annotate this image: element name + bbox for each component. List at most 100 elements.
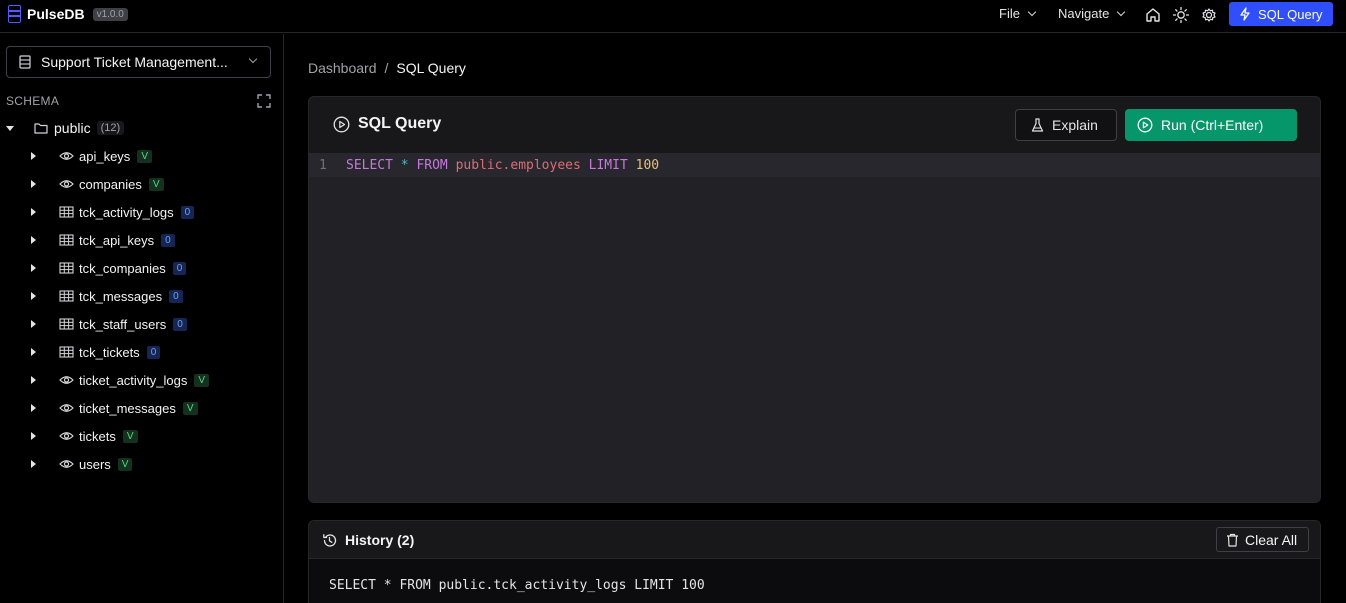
caret-right-icon[interactable] (31, 208, 36, 216)
schema-label: SCHEMA (6, 94, 60, 108)
schema-tree: api_keys Vcompanies Vtck_activity_logs 0 tck… (0, 142, 284, 478)
run-button[interactable]: Run (Ctrl+Enter) (1125, 109, 1297, 141)
schema-name: public (54, 120, 91, 136)
breadcrumb: Dashboard / SQL Query (308, 60, 466, 76)
sql-keyword: LIMIT (588, 157, 628, 173)
sun-icon[interactable] (1172, 6, 1190, 24)
sql-keyword: SELECT (346, 157, 393, 173)
view-icon (59, 376, 74, 384)
item-badge: 0 (146, 345, 161, 359)
item-badge: 0 (173, 317, 187, 331)
sidebar-item-tck-api-keys[interactable]: tck_api_keys 0 (0, 226, 284, 254)
caret-right-icon[interactable] (31, 152, 36, 160)
caret-right-icon[interactable] (31, 320, 36, 328)
caret-right-icon[interactable] (31, 376, 36, 384)
item-badge: 0 (180, 205, 195, 219)
play-circle-icon (333, 116, 350, 132)
caret-right-icon[interactable] (31, 292, 36, 300)
gear-icon[interactable] (1200, 6, 1218, 24)
chevron-down-icon (1027, 7, 1037, 16)
view-icon (59, 180, 74, 188)
code-line[interactable]: 1 SELECT * FROM public.employees LIMIT 1… (309, 153, 1320, 177)
item-badge: V (148, 177, 164, 191)
view-icon (59, 432, 74, 440)
line-number: 1 (319, 157, 327, 173)
file-menu-label: File (999, 6, 1020, 21)
item-badge: V (194, 373, 210, 387)
code-editor[interactable]: 1 SELECT * FROM public.employees LIMIT 1… (309, 153, 1320, 502)
history-icon (323, 533, 337, 547)
chevron-down-icon (1117, 7, 1126, 16)
sql-query-button-label: SQL Query (1258, 6, 1323, 22)
sidebar-item-companies[interactable]: companies V (0, 170, 284, 198)
editor-title-label: SQL Query (358, 115, 442, 132)
caret-right-icon[interactable] (31, 460, 36, 468)
clear-all-label: Clear All (1245, 531, 1298, 548)
sidebar-item-label: tck_activity_logs (79, 204, 174, 220)
view-icon (59, 152, 74, 160)
sidebar-item-tck-staff-users[interactable]: tck_staff_users 0 (0, 310, 284, 338)
caret-right-icon[interactable] (31, 432, 36, 440)
table-icon (59, 318, 74, 330)
database-select[interactable]: Support Ticket Management... (6, 46, 271, 78)
sidebar-item-label: tck_messages (79, 288, 163, 304)
sql-query-button[interactable]: SQL Query (1229, 2, 1333, 26)
sidebar-item-label: tck_staff_users (79, 316, 167, 332)
history-title-label: History (2) (345, 532, 415, 548)
item-badge: V (117, 457, 133, 471)
schema-count: (12) (96, 121, 125, 135)
home-icon[interactable] (1144, 6, 1162, 24)
sidebar-item-label: tck_api_keys (79, 232, 155, 248)
editor-title: SQL Query (333, 115, 441, 133)
sql-editor-card: SQL Query Explain Run (Ctrl+Enter) 1 SEL… (308, 96, 1321, 503)
expand-icon[interactable] (257, 94, 271, 108)
file-menu[interactable]: File (999, 6, 1037, 21)
caret-down-icon[interactable] (6, 125, 14, 131)
sidebar-item-tck-companies[interactable]: tck_companies 0 (0, 254, 284, 282)
item-badge: 0 (172, 261, 187, 275)
caret-right-icon[interactable] (31, 236, 36, 244)
sidebar-item-ticket-activity-logs[interactable]: ticket_activity_logs V (0, 366, 284, 394)
app-name: PulseDB (27, 6, 85, 22)
view-icon (59, 404, 74, 412)
sidebar-item-label: tickets (79, 428, 116, 444)
trash-icon (1227, 533, 1238, 547)
sidebar-item-users[interactable]: users V (0, 450, 284, 478)
sidebar-item-tck-messages[interactable]: tck_messages 0 (0, 282, 284, 310)
sidebar-item-api-keys[interactable]: api_keys V (0, 142, 284, 170)
caret-right-icon[interactable] (31, 264, 36, 272)
view-icon (59, 460, 74, 468)
caret-right-icon[interactable] (31, 180, 36, 188)
sidebar-item-tck-activity-logs[interactable]: tck_activity_logs 0 (0, 198, 284, 226)
item-badge: V (137, 149, 152, 163)
sidebar-item-ticket-messages[interactable]: ticket_messages V (0, 394, 284, 422)
chevron-down-icon (248, 54, 258, 64)
caret-right-icon[interactable] (31, 348, 36, 356)
version-badge: v1.0.0 (92, 7, 128, 21)
navigate-menu[interactable]: Navigate (1058, 6, 1126, 21)
breadcrumb-dashboard[interactable]: Dashboard (308, 60, 377, 76)
flask-icon (1031, 117, 1044, 132)
item-badge: V (122, 429, 138, 443)
sql-operator: * (400, 157, 409, 173)
sidebar-item-tickets[interactable]: tickets V (0, 422, 284, 450)
sidebar-item-label: ticket_activity_logs (79, 372, 188, 388)
sql-identifier: public.employees (455, 157, 581, 173)
item-badge: 0 (169, 289, 183, 303)
sidebar-item-tck-tickets[interactable]: tck_tickets 0 (0, 338, 284, 366)
sidebar-item-label: companies (79, 176, 142, 192)
sidebar-item-label: users (79, 456, 111, 472)
caret-right-icon[interactable] (31, 404, 36, 412)
history-header: History (2) Clear All (309, 521, 1320, 559)
history-item[interactable]: SELECT * FROM public.tck_activity_logs L… (329, 578, 705, 593)
item-badge: V (182, 401, 198, 415)
sql-keyword: FROM (416, 157, 448, 173)
explain-button[interactable]: Explain (1015, 109, 1117, 141)
clear-all-button[interactable]: Clear All (1216, 527, 1309, 552)
lightning-icon (1240, 7, 1250, 21)
history-card: History (2) Clear All SELECT * FROM publ… (308, 520, 1321, 603)
brand[interactable]: PulseDB v1.0.0 (8, 5, 128, 23)
folder-icon (34, 123, 48, 134)
breadcrumb-separator: / (384, 60, 389, 76)
schema-public[interactable]: public (12) (6, 118, 125, 138)
